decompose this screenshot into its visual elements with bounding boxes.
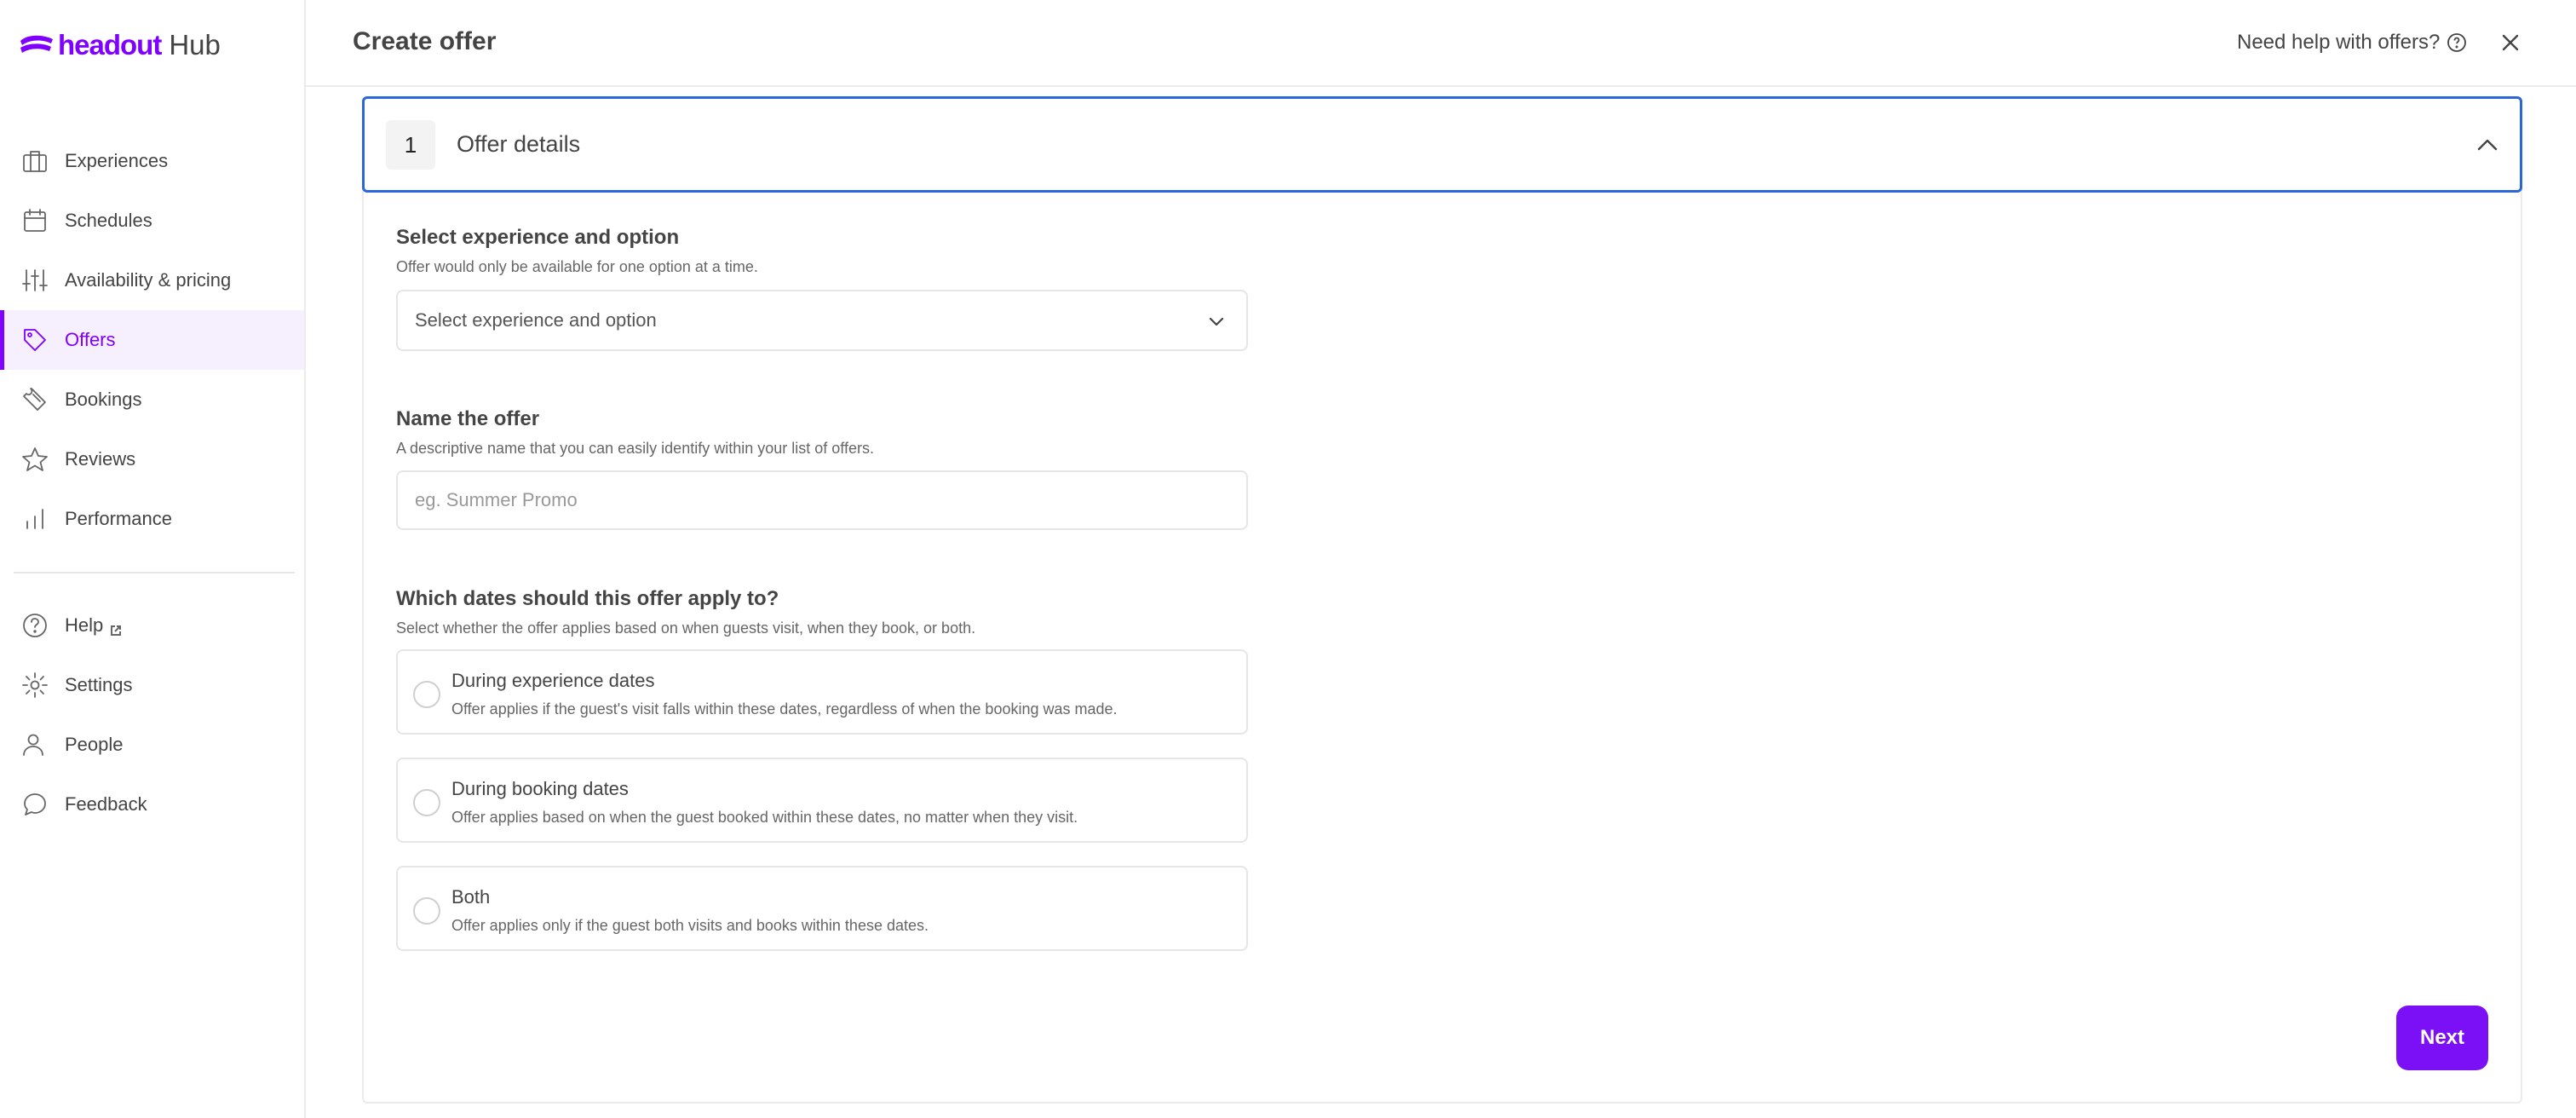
brand-name: headout bbox=[58, 29, 162, 61]
experience-select[interactable]: Select experience and option bbox=[396, 290, 1248, 351]
external-link-icon bbox=[110, 620, 122, 636]
sidebar-item-label: People bbox=[65, 734, 124, 755]
bar-chart-icon bbox=[20, 504, 49, 533]
sidebar-item-label: Reviews bbox=[65, 448, 136, 470]
sidebar-item-label: Bookings bbox=[65, 389, 142, 410]
close-button[interactable] bbox=[2497, 29, 2524, 56]
help-circle-icon bbox=[2447, 33, 2467, 52]
tag-icon bbox=[20, 326, 49, 354]
sidebar-item-experiences[interactable]: Experiences bbox=[0, 131, 304, 191]
experience-field-help: Offer would only be available for one op… bbox=[396, 258, 758, 275]
sidebar-item-offers[interactable]: Offers bbox=[0, 310, 304, 370]
sidebar-item-label: Offers bbox=[65, 329, 116, 350]
help-offers-link[interactable]: Need help with offers? bbox=[2237, 31, 2467, 55]
page-title: Create offer bbox=[353, 27, 497, 55]
sidebar-item-label: Performance bbox=[65, 508, 172, 529]
radio-button[interactable] bbox=[413, 897, 440, 925]
headout-logo-icon bbox=[20, 35, 53, 53]
radio-option-booking-dates[interactable]: During booking dates Offer applies based… bbox=[396, 758, 1248, 843]
sidebar-item-settings[interactable]: Settings bbox=[0, 655, 304, 715]
ticket-icon bbox=[20, 385, 49, 414]
radio-button[interactable] bbox=[413, 789, 440, 816]
radio-option-title: During experience dates bbox=[451, 670, 655, 691]
logo[interactable]: headout Hub bbox=[17, 27, 221, 63]
sidebar-divider bbox=[14, 572, 295, 573]
radio-button[interactable] bbox=[413, 681, 440, 708]
offer-details-header[interactable]: 1 Offer details bbox=[362, 96, 2522, 193]
sidebar-item-reviews[interactable]: Reviews bbox=[0, 429, 304, 489]
chat-bubble-icon bbox=[20, 790, 49, 819]
sidebar-item-label: Help bbox=[65, 614, 104, 636]
calendar-icon bbox=[20, 206, 49, 235]
radio-option-desc: Offer applies based on when the guest bo… bbox=[451, 809, 1078, 826]
sidebar-item-label: Availability & pricing bbox=[65, 269, 232, 291]
radio-option-desc: Offer applies if the guest's visit falls… bbox=[451, 700, 1118, 717]
collapse-button[interactable] bbox=[2472, 130, 2503, 160]
radio-option-experience-dates[interactable]: During experience dates Offer applies if… bbox=[396, 649, 1248, 735]
sliders-icon bbox=[20, 266, 49, 295]
offer-name-label: Name the offer bbox=[396, 407, 540, 430]
product-name: Hub bbox=[169, 29, 221, 61]
sidebar-item-label: Settings bbox=[65, 674, 133, 695]
radio-option-title: During booking dates bbox=[451, 778, 629, 799]
experience-field-label: Select experience and option bbox=[396, 226, 680, 249]
sidebar-item-feedback[interactable]: Feedback bbox=[0, 775, 304, 834]
chevron-up-icon bbox=[2477, 139, 2498, 151]
gear-icon bbox=[20, 671, 49, 700]
sidebar: headout Hub Experiences Schedules Availa… bbox=[0, 0, 306, 1118]
sidebar-item-bookings[interactable]: Bookings bbox=[0, 370, 304, 429]
close-icon bbox=[2502, 34, 2519, 51]
sidebar-item-label: Experiences bbox=[65, 150, 169, 171]
sidebar-item-performance[interactable]: Performance bbox=[0, 489, 304, 549]
step-number: 1 bbox=[386, 120, 435, 170]
sidebar-item-label: Schedules bbox=[65, 210, 152, 231]
step-title: Offer details bbox=[457, 131, 581, 157]
dates-field-label: Which dates should this offer apply to? bbox=[396, 587, 779, 610]
next-button[interactable]: Next bbox=[2396, 1006, 2488, 1070]
sidebar-item-schedules[interactable]: Schedules bbox=[0, 191, 304, 251]
dates-field-help: Select whether the offer applies based o… bbox=[396, 620, 976, 637]
help-circle-icon bbox=[20, 611, 49, 640]
sidebar-item-people[interactable]: People bbox=[0, 715, 304, 775]
chevron-down-icon bbox=[1204, 308, 1229, 334]
help-offers-label: Need help with offers? bbox=[2237, 31, 2441, 54]
radio-option-desc: Offer applies only if the guest both vis… bbox=[451, 917, 929, 934]
sidebar-item-label: Feedback bbox=[65, 793, 147, 815]
star-icon bbox=[20, 445, 49, 474]
radio-option-both[interactable]: Both Offer applies only if the guest bot… bbox=[396, 866, 1248, 951]
offer-name-help: A descriptive name that you can easily i… bbox=[396, 440, 874, 457]
briefcase-icon bbox=[20, 147, 49, 176]
sidebar-item-availability-pricing[interactable]: Availability & pricing bbox=[0, 251, 304, 310]
experience-select-placeholder: Select experience and option bbox=[415, 309, 657, 331]
page-header: Create offer Need help with offers? bbox=[306, 0, 2576, 87]
user-icon bbox=[20, 730, 49, 759]
sidebar-item-help[interactable]: Help bbox=[0, 596, 304, 655]
radio-option-title: Both bbox=[451, 886, 491, 908]
offer-name-input[interactable] bbox=[396, 470, 1248, 530]
